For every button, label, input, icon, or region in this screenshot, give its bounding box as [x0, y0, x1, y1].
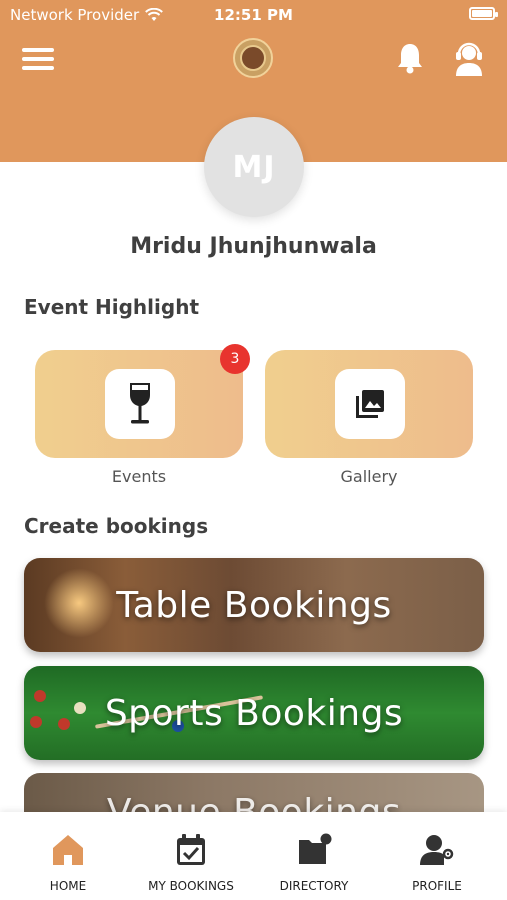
nav-profile[interactable]: PROFILE	[377, 812, 497, 900]
event-highlight-title: Event Highlight	[24, 295, 199, 319]
nav-my-bookings-label: MY BOOKINGS	[148, 879, 234, 893]
status-time: 12:51 PM	[214, 6, 293, 24]
events-count-badge: 3	[220, 344, 250, 374]
nav-profile-label: PROFILE	[412, 879, 462, 893]
gallery-tile[interactable]	[265, 350, 473, 458]
gallery-icon-box	[335, 369, 405, 439]
create-bookings-title: Create bookings	[24, 514, 209, 538]
bottom-navigation: HOME MY BOOKINGS DIRECTORY PROFILE	[0, 812, 507, 900]
hamburger-menu-icon[interactable]	[22, 44, 56, 72]
user-name: Mridu Jhunjhunwala	[130, 234, 377, 259]
nav-my-bookings[interactable]: MY BOOKINGS	[131, 812, 251, 900]
bell-icon[interactable]	[392, 40, 428, 76]
battery-icon	[469, 7, 498, 20]
table-bookings-label: Table Bookings	[116, 584, 392, 626]
wine-glass-icon	[130, 383, 150, 424]
nav-home-label: HOME	[49, 879, 87, 893]
table-bookings-banner[interactable]: Table Bookings	[24, 558, 484, 652]
directory-folder-icon	[299, 833, 332, 864]
gallery-label: Gallery	[340, 467, 398, 486]
home-icon	[53, 835, 83, 865]
sports-bookings-banner[interactable]: Sports Bookings	[24, 666, 484, 760]
events-label: Events	[111, 467, 167, 486]
sports-bookings-label: Sports Bookings	[104, 692, 404, 734]
nav-home[interactable]: HOME	[8, 812, 128, 900]
events-icon-box	[105, 369, 175, 439]
events-tile[interactable]	[35, 350, 243, 458]
nav-directory-label: DIRECTORY	[279, 879, 349, 893]
status-bar: Network Provider 12:51 PM	[0, 0, 507, 30]
nav-directory[interactable]: DIRECTORY	[254, 812, 374, 900]
avatar[interactable]: MJ	[204, 117, 304, 217]
photo-gallery-icon	[356, 390, 384, 418]
club-crest-logo	[233, 38, 273, 78]
support-headset-icon[interactable]	[449, 38, 489, 78]
profile-settings-icon	[420, 835, 454, 865]
calendar-check-icon	[177, 834, 205, 865]
